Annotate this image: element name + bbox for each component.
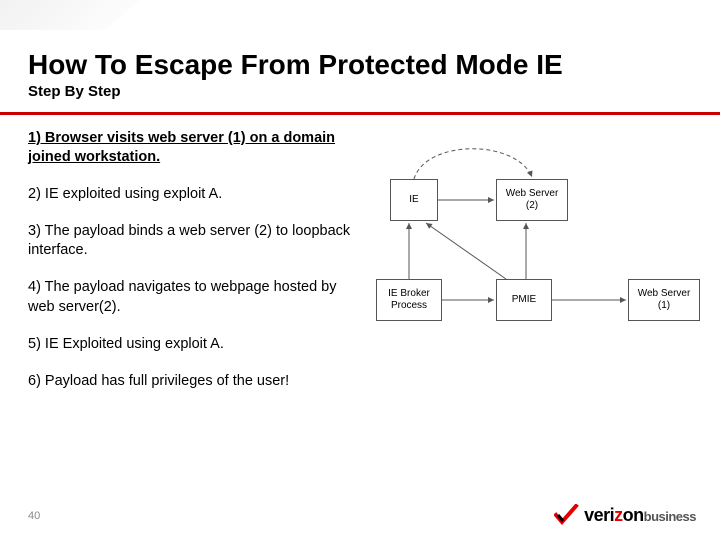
step-item: 2) IE exploited using exploit A. — [28, 185, 358, 204]
diagram-box-ie: IE — [390, 179, 438, 221]
diagram-arrows — [366, 129, 710, 389]
logo-text: verizonbusiness — [584, 505, 696, 526]
logo-part: z — [614, 505, 623, 525]
logo-part: veri — [584, 505, 614, 525]
content-area: 1) Browser visits web server (1) on a do… — [0, 115, 720, 409]
diagram-box-webserver2: Web Server (2) — [496, 179, 568, 221]
diagram-box-pmie: PMIE — [496, 279, 552, 321]
logo-part: on — [623, 505, 644, 525]
steps-list: 1) Browser visits web server (1) on a do… — [28, 129, 358, 409]
slide-subtitle: Step By Step — [28, 83, 692, 100]
step-item: 3) The payload binds a web server (2) to… — [28, 222, 358, 260]
diagram: IE Web Server (2) IE Broker Process PMIE… — [366, 129, 710, 389]
logo-check-icon — [554, 504, 580, 526]
diagram-box-iebroker: IE Broker Process — [376, 279, 442, 321]
logo-suffix: business — [644, 509, 696, 524]
step-item: 6) Payload has full privileges of the us… — [28, 372, 358, 391]
step-item: 4) The payload navigates to webpage host… — [28, 278, 358, 316]
verizon-logo: verizonbusiness — [554, 504, 696, 526]
page-number: 40 — [28, 510, 40, 522]
step-item: 5) IE Exploited using exploit A. — [28, 335, 358, 354]
step-item: 1) Browser visits web server (1) on a do… — [28, 129, 358, 167]
diagram-box-webserver1: Web Server (1) — [628, 279, 700, 321]
slide-title: How To Escape From Protected Mode IE — [28, 50, 692, 81]
